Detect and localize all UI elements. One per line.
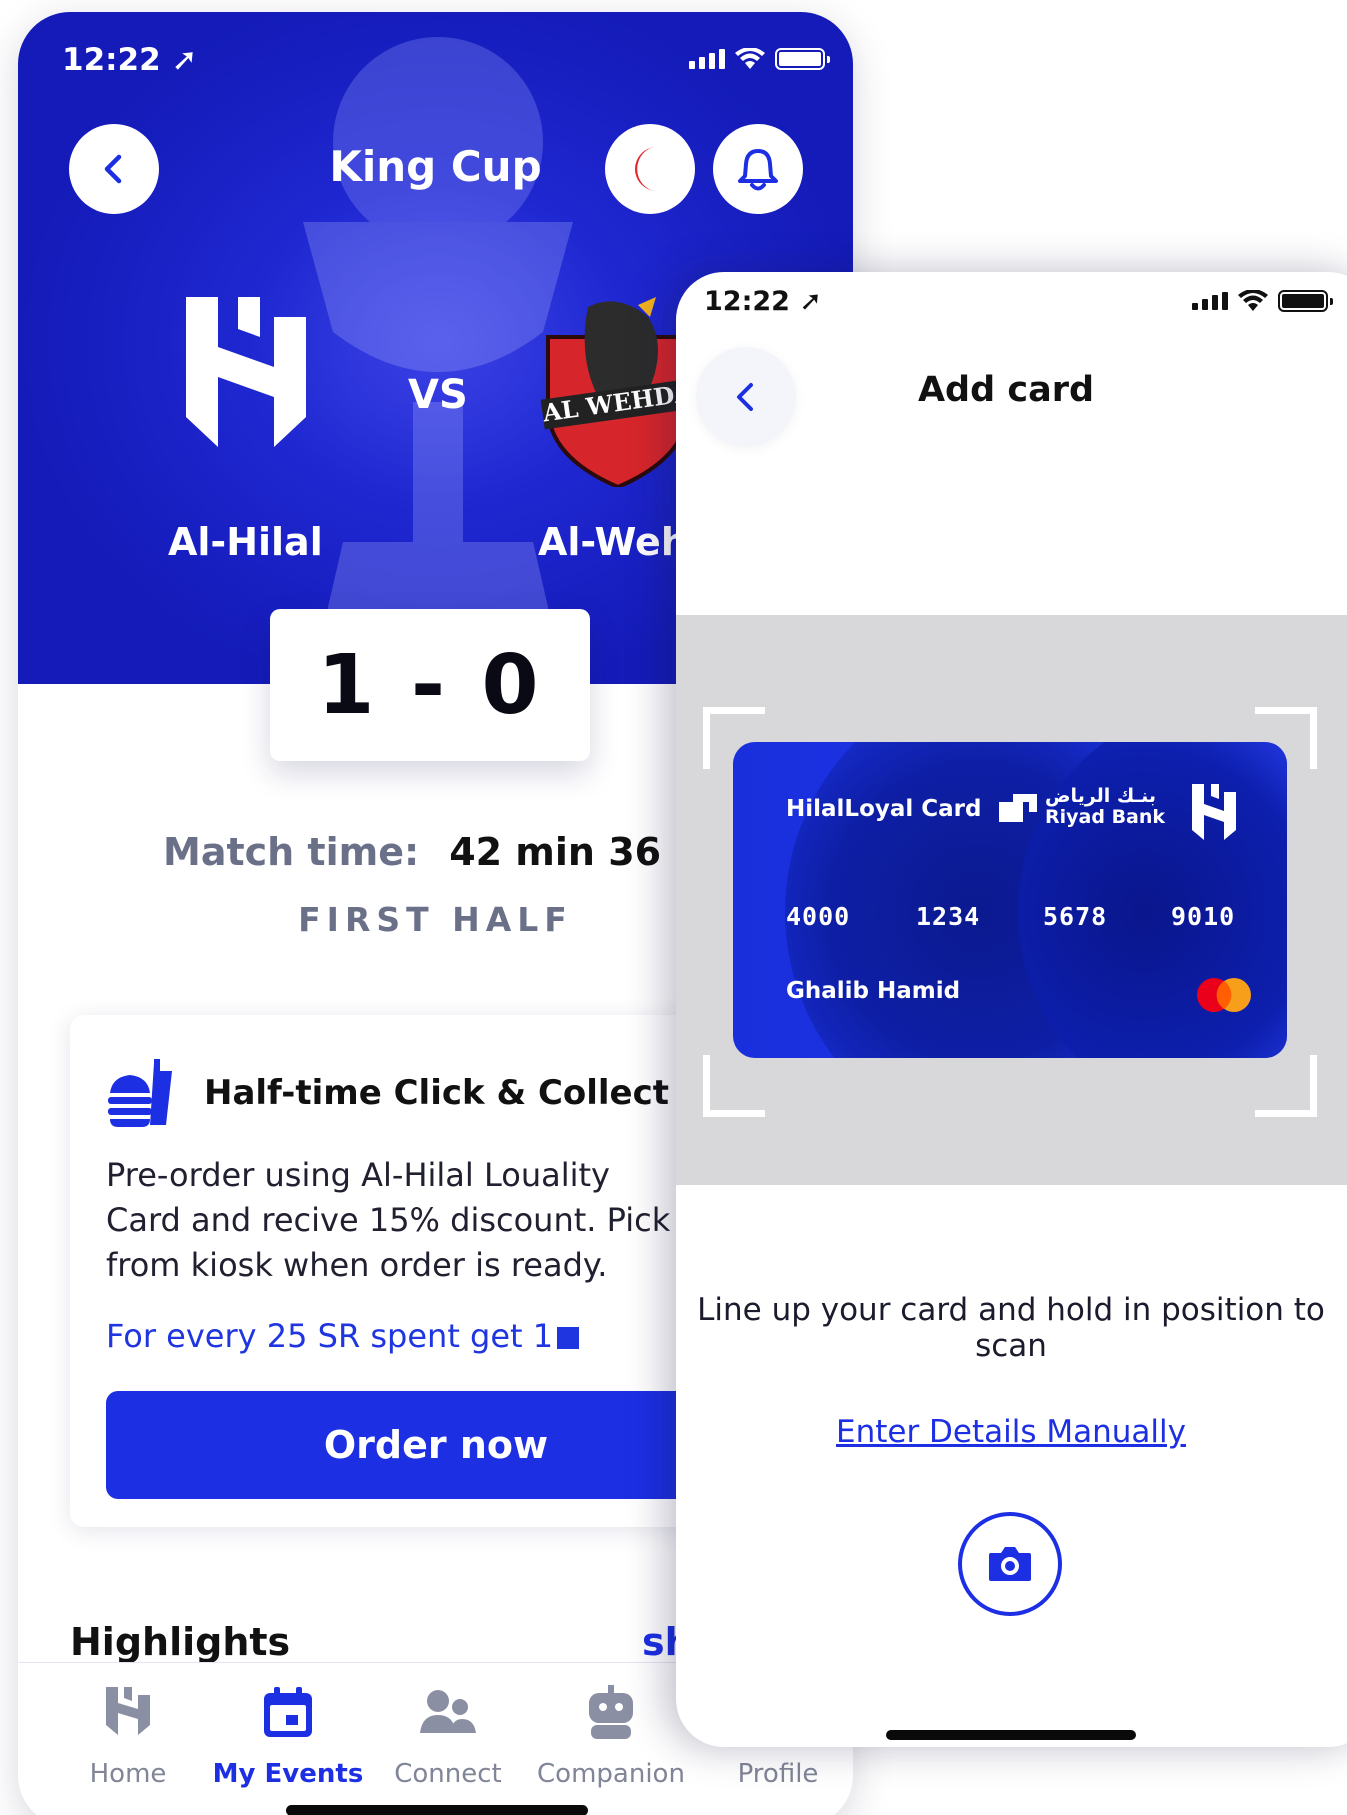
- mastercard-icon: [1197, 978, 1251, 1012]
- match-time-label: Match time:: [163, 830, 420, 874]
- card-number-group: 9010: [1171, 902, 1236, 931]
- bank-name-english: Riyad Bank: [1045, 806, 1166, 828]
- battery-icon: [775, 48, 830, 70]
- promo-description: Pre-order using Al-Hilal Louality Card a…: [106, 1156, 671, 1284]
- highlights-heading: Highlights: [70, 1620, 291, 1664]
- tab-connect-label: Connect: [394, 1759, 502, 1789]
- camera-icon: [989, 1547, 1031, 1581]
- enter-details-manually-link[interactable]: Enter Details Manually: [676, 1414, 1346, 1450]
- scan-instruction: Line up your card and hold in position t…: [697, 1292, 1325, 1364]
- tab-home-label: Home: [89, 1759, 167, 1789]
- people-icon: [420, 1690, 476, 1733]
- al-hilal-logo-icon: [1192, 784, 1236, 840]
- bank-name: بنـك الرياض Riyad Bank: [1045, 786, 1165, 828]
- scan-frame-corner: [1255, 1055, 1317, 1117]
- card-holder-name: Ghalib Hamid: [786, 978, 961, 1004]
- camera-button[interactable]: [958, 1512, 1062, 1616]
- loyalty-point-icon: [557, 1327, 580, 1349]
- home-team-name: Al-Hilal: [168, 520, 323, 564]
- score-display: 1 - 0: [270, 609, 590, 761]
- hilal-logo-icon: [106, 1687, 150, 1735]
- match-time: Match time: 42 min 36 se: [163, 830, 723, 874]
- tab-companion[interactable]: Companion: [531, 1685, 691, 1789]
- versus-label: VS: [408, 372, 468, 418]
- card-name: HilalLoyal Card: [786, 796, 982, 822]
- home-indicator[interactable]: [286, 1805, 588, 1815]
- robot-icon: [589, 1685, 633, 1739]
- al-hilal-logo-icon: [186, 297, 306, 447]
- notifications-button[interactable]: [713, 124, 803, 214]
- status-time: 12:22 ➚: [62, 42, 198, 78]
- tab-my-events-label: My Events: [212, 1759, 364, 1789]
- bank-name-arabic: بنـك الرياض: [1045, 785, 1156, 807]
- card-number-group: 4000: [786, 902, 851, 931]
- home-indicator[interactable]: [886, 1730, 1136, 1740]
- tab-profile-label: Profile: [737, 1759, 819, 1789]
- signal-icon: [1192, 292, 1228, 310]
- card-number-group: 1234: [916, 902, 981, 931]
- wifi-icon: [1238, 290, 1268, 311]
- battery-icon: [1278, 290, 1333, 312]
- calendar-icon: [264, 1687, 312, 1737]
- status-time: 12:22 ➚: [704, 286, 822, 317]
- bell-icon: [738, 149, 778, 191]
- page-title: Add card: [917, 370, 1095, 410]
- burger-drink-icon: [108, 1059, 172, 1127]
- system-status-icons: [1192, 290, 1333, 312]
- promo-reward: For every 25 SR spent get 1: [106, 1317, 580, 1355]
- wifi-icon: [735, 48, 765, 69]
- signal-icon: [689, 49, 725, 69]
- riyad-bank-logo-icon: [999, 794, 1037, 822]
- add-card-screen: 12:22 ➚ Add card HilalLoyal Card بنـك ال…: [676, 272, 1347, 1747]
- away-team-name: Al-Weh: [538, 520, 688, 564]
- card-number-group: 5678: [1043, 902, 1108, 931]
- red-crescent-button[interactable]: [605, 124, 695, 214]
- red-crescent-icon: [635, 147, 657, 191]
- promo-reward-text: For every 25 SR spent get 1: [106, 1317, 554, 1355]
- card-scan-viewfinder: HilalLoyal Card بنـك الرياض Riyad Bank 4…: [676, 615, 1347, 1185]
- loyalty-card: HilalLoyal Card بنـك الرياض Riyad Bank 4…: [733, 742, 1287, 1058]
- promo-title: Half-time Click & Collect: [204, 1073, 670, 1113]
- tab-home[interactable]: Home: [48, 1685, 208, 1789]
- scan-frame-corner: [703, 1055, 765, 1117]
- system-status-icons: [689, 48, 830, 70]
- al-wehda-logo-icon: AL WEHDA: [540, 297, 696, 487]
- tab-companion-label: Companion: [537, 1759, 685, 1789]
- tab-my-events[interactable]: My Events: [208, 1685, 368, 1789]
- tab-connect[interactable]: Connect: [368, 1685, 528, 1789]
